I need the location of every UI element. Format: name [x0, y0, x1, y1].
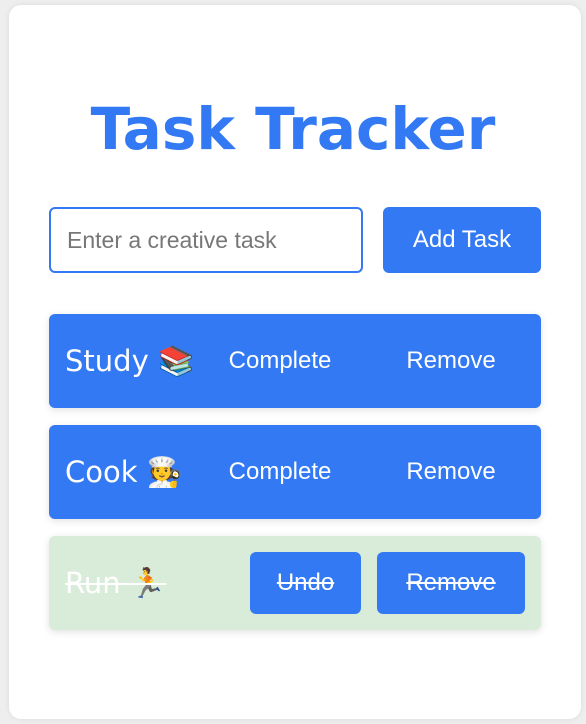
task-item: Study 📚 Complete Remove [49, 314, 541, 408]
task-name: Run 🏃 [65, 566, 166, 600]
page-title: Task Tracker [90, 95, 496, 163]
complete-button[interactable]: Complete [215, 314, 345, 408]
task-item: Cook 🧑‍🍳 Complete Remove [49, 425, 541, 519]
undo-button[interactable]: Undo [250, 552, 361, 614]
task-name: Study 📚 [65, 344, 195, 378]
remove-button[interactable]: Remove [377, 552, 525, 614]
add-task-button[interactable]: Add Task [383, 207, 541, 273]
complete-button[interactable]: Complete [215, 425, 345, 519]
remove-button[interactable]: Remove [385, 425, 517, 519]
task-input[interactable] [49, 207, 363, 273]
remove-button[interactable]: Remove [385, 314, 517, 408]
task-item-completed: Run 🏃 Undo Remove [49, 536, 541, 630]
task-name: Cook 🧑‍🍳 [65, 455, 183, 489]
